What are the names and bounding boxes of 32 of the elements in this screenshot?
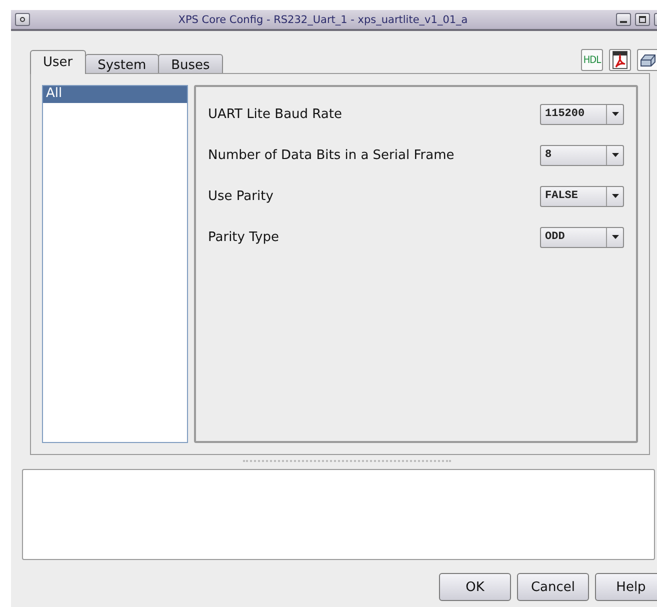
dialog-button[interactable]: Cancel: [517, 573, 589, 601]
parameter-label: Parity Type: [208, 230, 279, 244]
caret-icon: [612, 235, 618, 239]
caret-icon: [612, 112, 618, 116]
dialog-button[interactable]: Help: [595, 573, 657, 601]
drive-icon: [640, 53, 656, 67]
hdl-label: HDL: [583, 54, 601, 66]
maximize-icon: [639, 16, 646, 23]
dropdown[interactable]: FALSE: [540, 186, 624, 206]
caret-icon: [612, 153, 618, 157]
caret-icon: [612, 194, 618, 198]
maximize-button[interactable]: [635, 13, 650, 26]
splitter-handle[interactable]: [242, 460, 450, 464]
list-item[interactable]: All: [43, 86, 187, 103]
window-menu-button[interactable]: [15, 13, 30, 26]
tab[interactable]: Buses: [158, 54, 223, 73]
parameter-label: Number of Data Bits in a Serial Frame: [208, 148, 454, 162]
parameter-label: Use Parity: [208, 188, 274, 204]
minimize-button[interactable]: [616, 13, 631, 26]
dropdown[interactable]: 8: [540, 144, 624, 166]
dot-icon: [20, 17, 25, 22]
drive-button[interactable]: [637, 49, 657, 71]
parameter-label: UART Lite Baud Rate: [208, 106, 342, 122]
tab[interactable]: User: [30, 50, 86, 74]
dropdown[interactable]: ODD: [540, 226, 624, 248]
dialog-button[interactable]: OK: [439, 573, 511, 601]
window-title: XPS Core Config - RS232_Uart_1 - xps_uartlite_v1_01_a: [177, 14, 469, 26]
pdf-button[interactable]: [609, 49, 631, 71]
dropdown[interactable]: 115200: [540, 104, 624, 124]
pdf-document-icon: [612, 51, 628, 69]
hdl-button[interactable]: HDL: [581, 49, 603, 71]
tab[interactable]: System: [84, 54, 160, 73]
